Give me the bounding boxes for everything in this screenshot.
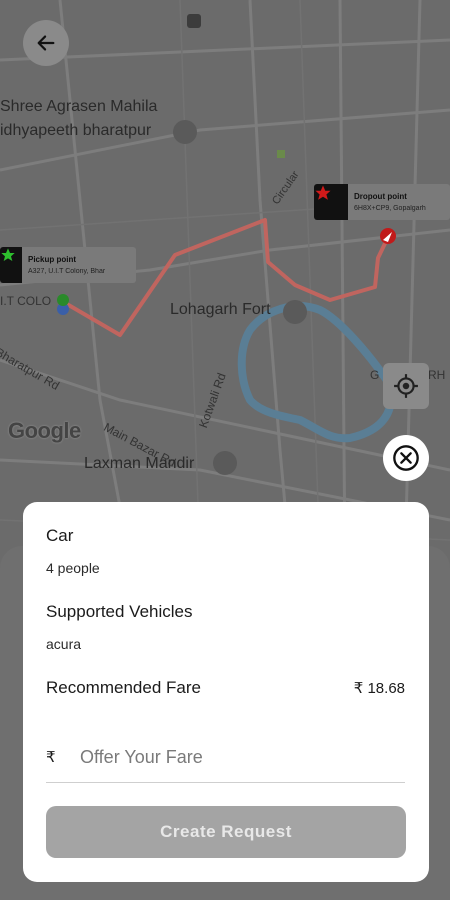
crosshair-icon bbox=[394, 374, 418, 398]
rupee-icon: ₹ bbox=[46, 749, 56, 766]
my-location-button[interactable] bbox=[383, 363, 429, 409]
pickup-marker-card[interactable]: Pickup point A327, U.I.T Colony, Bhar bbox=[0, 247, 136, 283]
dropout-title: Dropout point bbox=[354, 192, 407, 201]
map-label-school-1: Shree Agrasen Mahila bbox=[0, 98, 158, 115]
vehicle-type: Car bbox=[46, 526, 74, 545]
offer-fare-field[interactable]: ₹ bbox=[46, 732, 405, 783]
map-label-school-2: idhyapeeth bharatpur bbox=[0, 122, 152, 139]
vehicle-capacity: 4 people bbox=[46, 560, 100, 576]
map-label-uit: I.T COLO bbox=[0, 294, 52, 308]
water-moat bbox=[237, 302, 396, 443]
ride-request-card: Car 4 people Supported Vehicles acura Re… bbox=[23, 502, 429, 882]
arrow-left-icon bbox=[37, 35, 55, 51]
pickup-title: Pickup point bbox=[28, 255, 76, 264]
recommended-fare-title: Recommended Fare bbox=[46, 678, 201, 697]
map-label-fort: Lohagarh Fort bbox=[170, 301, 271, 318]
star-icon bbox=[0, 247, 22, 283]
dropout-marker-card[interactable]: Dropout point 6H8X+CP9, Gopalgarh bbox=[314, 184, 450, 220]
offer-fare-input[interactable] bbox=[78, 745, 405, 769]
recommended-fare-value: ₹ 18.68 bbox=[353, 680, 405, 697]
supported-vehicles-value: acura bbox=[46, 636, 82, 652]
close-circle-icon bbox=[393, 445, 419, 471]
map-label-laxman: Laxman Mandir bbox=[84, 455, 195, 472]
star-icon bbox=[314, 184, 348, 220]
map-label-gopal: G bbox=[370, 368, 380, 382]
back-button[interactable] bbox=[23, 20, 69, 66]
pickup-address: A327, U.I.T Colony, Bhar bbox=[28, 268, 106, 275]
map-label-rh: RH bbox=[428, 368, 446, 382]
close-button[interactable] bbox=[383, 435, 429, 481]
supported-vehicles-title: Supported Vehicles bbox=[46, 602, 193, 621]
dropout-address: 6H8X+CP9, Gopalgarh bbox=[354, 205, 426, 212]
create-request-button[interactable]: Create Request bbox=[46, 806, 406, 858]
google-logo: Google bbox=[8, 418, 81, 443]
